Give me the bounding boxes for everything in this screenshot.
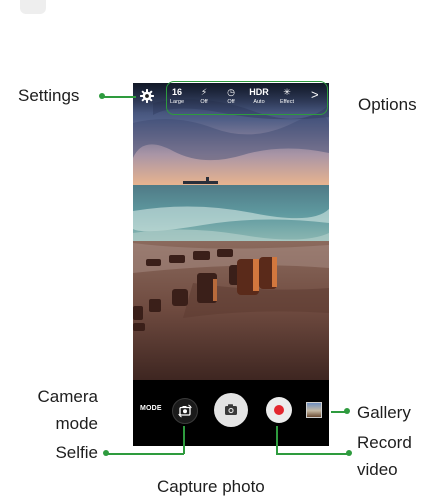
record-callout-line1: Record	[357, 433, 412, 452]
settings-callout-label: Settings	[18, 86, 80, 105]
record-callout-line2: video	[357, 460, 398, 479]
camera-icon	[225, 404, 237, 415]
camera-bottom-bar: MODE	[133, 380, 329, 446]
mode-button[interactable]: MODE	[140, 405, 162, 412]
beach-scene	[133, 83, 329, 380]
camera-mode-callout-line2: mode	[55, 414, 98, 433]
switch-camera-icon	[178, 404, 192, 418]
camera-preview	[133, 83, 329, 380]
capture-photo-button[interactable]	[214, 393, 248, 427]
switch-camera-button[interactable]	[172, 398, 198, 424]
gallery-callout-dot	[344, 408, 350, 414]
settings-callout-dot	[99, 93, 105, 99]
options-callout-label: Options	[358, 95, 417, 114]
selfie-callout-dot	[103, 450, 109, 456]
capture-callout-label: Capture photo	[157, 477, 265, 496]
settings-gear-icon[interactable]	[139, 88, 155, 104]
selfie-callout-label: Selfie	[55, 443, 98, 462]
record-dot-icon	[274, 405, 284, 415]
camera-screen: 16 Large ⚡ Off ◷ Off HDR Auto ✳ Effect >…	[133, 83, 329, 446]
gallery-callout-label: Gallery	[357, 403, 411, 422]
record-callout-hline	[276, 453, 349, 455]
record-callout-dot	[346, 450, 352, 456]
settings-callout-line	[102, 96, 136, 98]
record-callout-vline	[276, 426, 278, 454]
selfie-callout-hline	[106, 453, 184, 455]
options-highlight-outline	[166, 81, 328, 115]
corner-tab	[20, 0, 46, 14]
record-video-button[interactable]	[266, 397, 292, 423]
camera-mode-callout-line1: Camera	[37, 387, 98, 406]
selfie-callout-vline	[183, 426, 185, 454]
gallery-thumbnail[interactable]	[306, 402, 322, 418]
